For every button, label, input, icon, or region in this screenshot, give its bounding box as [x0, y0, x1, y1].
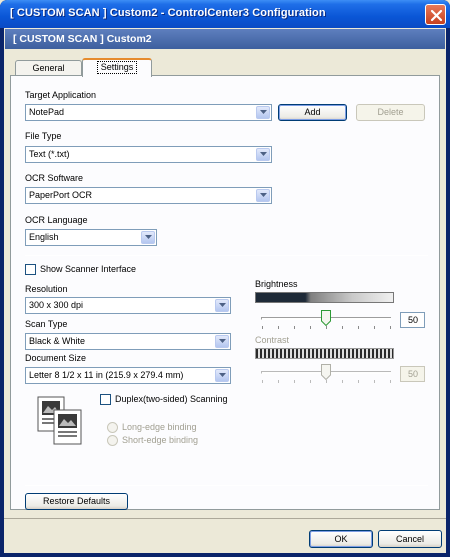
show-scanner-interface-checkbox[interactable]	[25, 264, 36, 275]
ocr-software-label: OCR Software	[25, 173, 84, 183]
delete-button[interactable]: Delete	[356, 104, 425, 121]
dropdown-arrow[interactable]	[256, 148, 270, 161]
tab-general[interactable]: General	[15, 60, 82, 76]
dropdown-arrow[interactable]	[215, 369, 229, 382]
duplex-checkbox[interactable]	[100, 394, 111, 405]
brightness-value-field[interactable]: 50	[400, 312, 425, 328]
slider-tick	[310, 326, 311, 329]
brightness-slider-thumb[interactable]	[321, 310, 331, 326]
close-icon	[430, 9, 443, 22]
duplex-pages-icon	[37, 396, 82, 445]
slider-tick	[326, 326, 327, 329]
chevron-down-icon	[260, 193, 267, 197]
slider-tick	[390, 326, 391, 329]
dropdown-arrow[interactable]	[256, 189, 270, 202]
file-type-value: Text (*.txt)	[29, 149, 70, 159]
chevron-down-icon	[219, 339, 226, 343]
slider-tick	[358, 326, 359, 329]
ocr-language-label: OCR Language	[25, 215, 88, 225]
dialog-window: [ CUSTOM SCAN ] Custom2 - ControlCenter3…	[0, 0, 450, 557]
resolution-select[interactable]: 300 x 300 dpi	[25, 297, 231, 314]
contrast-value-field[interactable]: 50	[400, 366, 425, 382]
long-edge-radio[interactable]	[107, 422, 118, 433]
slider-tick	[374, 326, 375, 329]
slider-tick	[358, 380, 359, 383]
slider-tick	[294, 326, 295, 329]
close-button[interactable]	[425, 4, 446, 25]
add-button[interactable]: Add	[278, 104, 347, 121]
chevron-down-icon	[145, 235, 152, 239]
dropdown-arrow[interactable]	[215, 299, 229, 312]
title-bar[interactable]: [ CUSTOM SCAN ] Custom2 - ControlCenter3…	[0, 0, 450, 28]
duplex-label: Duplex(two-sided) Scanning	[115, 394, 228, 404]
brightness-label: Brightness	[255, 279, 298, 289]
chevron-down-icon	[260, 110, 267, 114]
ocr-language-select[interactable]: English	[25, 229, 157, 246]
restore-defaults-button[interactable]: Restore Defaults	[25, 493, 128, 510]
tab-general-label: General	[32, 63, 65, 73]
ocr-software-value: PaperPort OCR	[29, 190, 93, 200]
document-size-select[interactable]: Letter 8 1/2 x 11 in (215.9 x 279.4 mm)	[25, 367, 231, 384]
tab-settings[interactable]: Settings	[82, 58, 152, 77]
header-title: [ CUSTOM SCAN ] Custom2	[13, 33, 152, 45]
dropdown-arrow[interactable]	[141, 231, 155, 244]
resolution-value: 300 x 300 dpi	[29, 300, 84, 310]
ocr-software-select[interactable]: PaperPort OCR	[25, 187, 272, 204]
contrast-label: Contrast	[255, 335, 290, 345]
slider-tick	[278, 380, 279, 383]
window-title: [ CUSTOM SCAN ] Custom2 - ControlCenter3…	[10, 7, 326, 19]
tab-strip: General Settings	[10, 58, 440, 77]
slider-tick	[278, 326, 279, 329]
dialog-client: [ CUSTOM SCAN ] Custom2 General Settings…	[4, 28, 446, 553]
settings-panel: Target Application NotePad Add Delete Fi…	[10, 75, 440, 510]
target-application-value: NotePad	[29, 107, 65, 117]
slider-tick	[310, 380, 311, 383]
slider-tick	[326, 380, 327, 383]
slider-tick	[262, 380, 263, 383]
short-edge-radio[interactable]	[107, 435, 118, 446]
scan-type-value: Black & White	[29, 336, 86, 346]
section-divider	[25, 485, 428, 486]
slider-tick	[374, 380, 375, 383]
short-edge-label: Short-edge binding	[122, 435, 199, 445]
slider-tick	[342, 326, 343, 329]
show-scanner-interface-label: Show Scanner Interface	[40, 264, 137, 274]
ocr-language-value: English	[29, 232, 59, 242]
section-divider	[25, 255, 428, 256]
file-type-select[interactable]: Text (*.txt)	[25, 146, 272, 163]
slider-tick	[342, 380, 343, 383]
footer-divider	[4, 518, 446, 519]
dropdown-arrow[interactable]	[256, 106, 270, 119]
long-edge-label: Long-edge binding	[122, 422, 197, 432]
slider-tick	[390, 380, 391, 383]
tab-settings-label: Settings	[96, 61, 138, 74]
slider-tick	[294, 380, 295, 383]
scan-type-label: Scan Type	[25, 319, 68, 329]
brightness-preview-bar	[255, 292, 394, 303]
scan-type-select[interactable]: Black & White	[25, 333, 231, 350]
contrast-preview-bar	[255, 348, 394, 359]
target-application-label: Target Application	[25, 90, 97, 100]
dropdown-arrow[interactable]	[215, 335, 229, 348]
cancel-button[interactable]: Cancel	[378, 530, 442, 548]
slider-tick	[262, 326, 263, 329]
ok-button[interactable]: OK	[309, 530, 373, 548]
chevron-down-icon	[260, 152, 267, 156]
document-size-label: Document Size	[25, 353, 87, 363]
header-band: [ CUSTOM SCAN ] Custom2	[5, 29, 445, 49]
chevron-down-icon	[219, 303, 226, 307]
resolution-label: Resolution	[25, 284, 68, 294]
file-type-label: File Type	[25, 131, 62, 141]
contrast-slider-thumb[interactable]	[321, 364, 331, 380]
chevron-down-icon	[219, 373, 226, 377]
document-size-value: Letter 8 1/2 x 11 in (215.9 x 279.4 mm)	[29, 370, 184, 380]
target-application-select[interactable]: NotePad	[25, 104, 272, 121]
